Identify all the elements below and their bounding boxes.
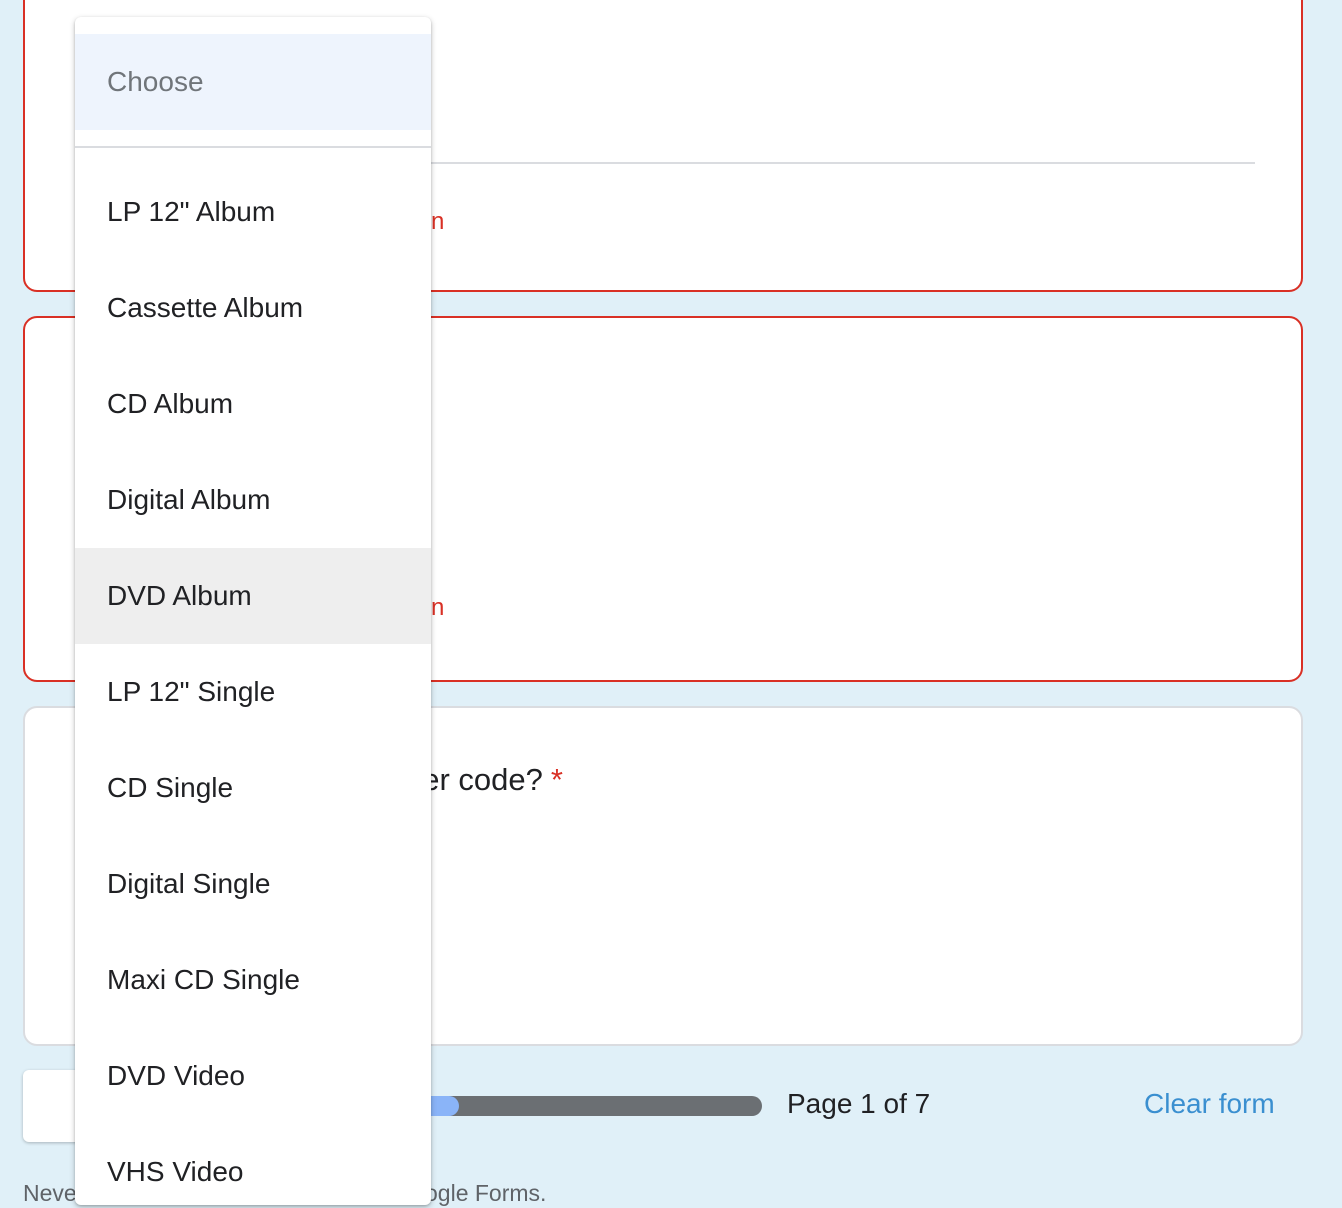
dropdown-option[interactable]: Digital Album	[75, 452, 431, 548]
format-dropdown-menu[interactable]: Choose LP 12" Album Cassette Album CD Al…	[75, 17, 431, 1205]
answer-underline	[425, 162, 1255, 164]
required-asterisk: *	[550, 762, 563, 797]
footer-text-forms: ogle Forms.	[425, 1180, 547, 1206]
progress-bar	[410, 1096, 762, 1116]
dropdown-divider	[75, 146, 431, 148]
dropdown-option[interactable]: DVD Video	[75, 1028, 431, 1124]
error-message: n	[431, 594, 445, 621]
footer-text: Neve	[23, 1180, 77, 1206]
dropdown-option[interactable]: Maxi CD Single	[75, 932, 431, 1028]
clear-form-button[interactable]: Clear form	[1144, 1088, 1275, 1120]
dropdown-option[interactable]: DVD Album	[75, 548, 431, 644]
error-message: n	[431, 208, 445, 235]
dropdown-option[interactable]: LP 12" Album	[75, 164, 431, 260]
dropdown-option[interactable]: Cassette Album	[75, 260, 431, 356]
dropdown-option[interactable]: LP 12" Single	[75, 644, 431, 740]
dropdown-placeholder-option[interactable]: Choose	[75, 34, 431, 130]
dropdown-option[interactable]: Digital Single	[75, 836, 431, 932]
dropdown-option[interactable]: VHS Video	[75, 1124, 431, 1205]
dropdown-option[interactable]: CD Single	[75, 740, 431, 836]
dropdown-option[interactable]: CD Album	[75, 356, 431, 452]
page-indicator: Page 1 of 7	[787, 1088, 931, 1119]
